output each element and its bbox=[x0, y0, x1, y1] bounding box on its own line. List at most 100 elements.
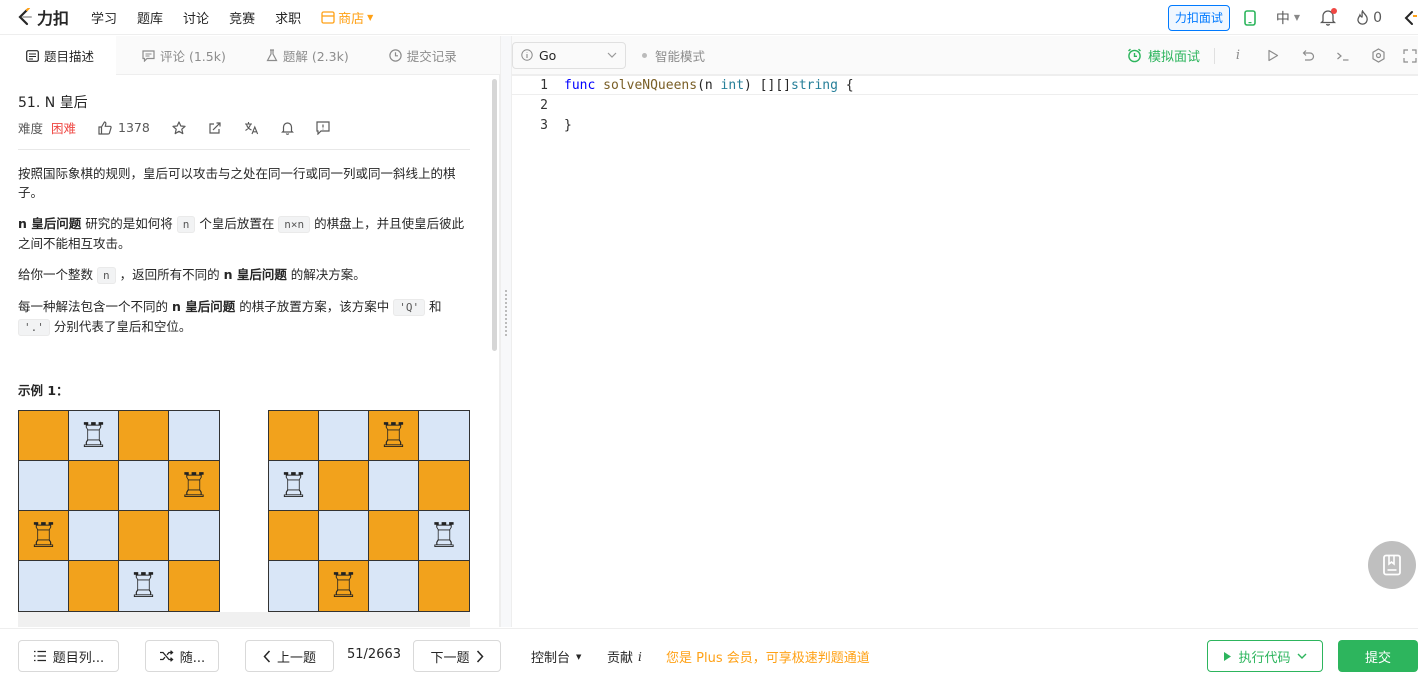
gear-icon bbox=[1371, 48, 1385, 63]
bold-term: n 皇后问题 bbox=[223, 267, 287, 282]
submit-button[interactable]: 提交 bbox=[1338, 640, 1418, 672]
avatar[interactable] bbox=[1402, 10, 1418, 26]
problem-list-button[interactable]: 题目列... bbox=[18, 640, 119, 672]
points-count: 0 bbox=[1373, 9, 1382, 26]
board-square bbox=[169, 561, 219, 611]
board-square bbox=[419, 561, 469, 611]
mobile-app-button[interactable] bbox=[1244, 9, 1256, 26]
panel-splitter[interactable] bbox=[500, 36, 512, 627]
tab-description-label: 题目描述 bbox=[44, 49, 95, 64]
smart-mode-label: 智能模式 bbox=[655, 48, 706, 64]
chessboard-1: ♖ ♖ ♖ ♖ bbox=[18, 410, 220, 612]
board-square bbox=[319, 511, 369, 561]
chevron-left-icon bbox=[263, 649, 271, 663]
description-paragraph-4: 每一种解法包含一个不同的 n 皇后问题 的棋子放置方案，该方案中 'Q' 和 '… bbox=[18, 297, 470, 337]
run-debug-button[interactable] bbox=[1262, 49, 1284, 62]
problem-list-label: 题目列... bbox=[52, 650, 105, 666]
language-switch[interactable]: 中 ▼ bbox=[1276, 8, 1300, 28]
flame-icon bbox=[1357, 9, 1368, 25]
flask-icon bbox=[266, 49, 278, 62]
notebook-icon bbox=[1383, 554, 1401, 576]
code-editor[interactable]: 1 func solveNQueens(n int) [][]string { … bbox=[512, 75, 1418, 627]
tab-submissions-label: 提交记录 bbox=[406, 49, 457, 64]
notifications-button[interactable] bbox=[1320, 8, 1338, 26]
queen-piece-icon: ♖ bbox=[269, 461, 319, 511]
board-square bbox=[369, 561, 419, 611]
favorite-button[interactable] bbox=[172, 120, 186, 135]
bold-term: n 皇后问题 bbox=[18, 216, 82, 231]
info-icon bbox=[521, 49, 533, 61]
mock-interview-label: 模拟面试 bbox=[1147, 50, 1200, 65]
settings-button[interactable] bbox=[1367, 48, 1389, 63]
text-span: 和 bbox=[425, 299, 442, 314]
alarm-clock-icon bbox=[1128, 48, 1141, 63]
chevron-right-icon bbox=[476, 649, 484, 663]
toolbar-separator bbox=[1214, 47, 1215, 64]
list-icon bbox=[33, 650, 46, 662]
problem-description-panel[interactable]: 51. N 皇后 难度 困难 1378 按照国际象棋的规则，皇后可以攻击与之处在… bbox=[0, 75, 500, 627]
board-square bbox=[269, 411, 319, 461]
run-label: 执行代码 bbox=[1238, 650, 1291, 666]
translate-button[interactable] bbox=[244, 121, 259, 135]
terminal-button[interactable] bbox=[1332, 50, 1354, 62]
prev-problem-button[interactable]: 上一题 bbox=[245, 640, 334, 672]
code-token: solveNQueens bbox=[603, 77, 698, 93]
line-content: func solveNQueens(n int) [][]string { bbox=[564, 78, 854, 93]
like-button[interactable]: 1378 bbox=[98, 120, 150, 135]
interview-button[interactable]: 力扣面试 bbox=[1167, 4, 1230, 31]
inline-code: '.' bbox=[18, 319, 50, 336]
points-indicator[interactable]: 0 bbox=[1356, 9, 1382, 26]
info-button[interactable]: i bbox=[1227, 48, 1249, 63]
text-span: 个皇后放置在 bbox=[195, 216, 279, 231]
tab-description[interactable]: 题目描述 bbox=[0, 36, 116, 75]
fullscreen-button[interactable] bbox=[1402, 48, 1418, 63]
code-token: (n bbox=[697, 77, 721, 93]
tab-submissions[interactable]: 提交记录 bbox=[363, 36, 471, 75]
notification-dot bbox=[1331, 8, 1338, 14]
scrollbar-thumb[interactable] bbox=[492, 79, 497, 351]
text-span: 分别代表了皇后和空位。 bbox=[49, 319, 192, 334]
tab-solutions[interactable]: 题解 (2.3k) bbox=[240, 36, 363, 75]
console-toggle[interactable]: 控制台 ▼ bbox=[531, 647, 581, 666]
run-code-button[interactable]: 执行代码 bbox=[1207, 640, 1323, 672]
reset-code-button[interactable] bbox=[1297, 49, 1319, 62]
nav-link-learn[interactable]: 学习 bbox=[91, 8, 117, 27]
share-button[interactable] bbox=[208, 121, 222, 135]
prev-label: 上一题 bbox=[276, 650, 316, 666]
feedback-button[interactable] bbox=[316, 120, 330, 135]
document-icon bbox=[26, 49, 39, 62]
problem-title: 51. N 皇后 bbox=[18, 95, 88, 111]
tab-solutions-label: 题解 (2.3k) bbox=[282, 49, 349, 64]
nav-link-contest[interactable]: 竞赛 bbox=[229, 8, 255, 27]
leetcode-logo-icon bbox=[16, 7, 34, 26]
smart-mode-toggle[interactable]: 智能模式 bbox=[642, 46, 705, 65]
description-paragraph-3: 给你一个整数 n ，返回所有不同的 n 皇后问题 的解决方案。 bbox=[18, 265, 470, 285]
nav-link-jobs[interactable]: 求职 bbox=[275, 8, 301, 27]
code-token: { bbox=[837, 77, 854, 93]
random-problem-button[interactable]: 随... bbox=[145, 640, 219, 672]
terminal-icon bbox=[1337, 52, 1349, 61]
queen-piece-icon: ♖ bbox=[19, 511, 69, 561]
drag-handle-icon[interactable] bbox=[505, 290, 508, 336]
board-square bbox=[269, 561, 319, 611]
logo-text: 力扣 bbox=[37, 9, 70, 28]
subscribe-button[interactable] bbox=[280, 121, 294, 135]
nav-link-shop[interactable]: 商店 ▼ bbox=[321, 8, 373, 27]
line-number: 1 bbox=[540, 77, 548, 93]
tab-comments[interactable]: 评论 (1.5k) bbox=[116, 36, 240, 75]
problem-progress: 51/2663 bbox=[347, 647, 402, 662]
next-problem-button[interactable]: 下一题 bbox=[413, 640, 501, 672]
board-square bbox=[69, 511, 119, 561]
board-square bbox=[69, 461, 119, 511]
inline-code: n bbox=[176, 216, 196, 233]
notes-button[interactable] bbox=[1368, 541, 1416, 589]
contribute-button[interactable]: 贡献 i bbox=[607, 647, 642, 667]
nav-link-problemset[interactable]: 题库 bbox=[137, 8, 163, 27]
language-select[interactable]: Go bbox=[512, 41, 626, 69]
inline-code: n×n bbox=[278, 216, 311, 233]
logo[interactable]: 力扣 bbox=[16, 0, 69, 35]
mock-interview-button[interactable]: 模拟面试 bbox=[1127, 46, 1200, 65]
board-square bbox=[319, 411, 369, 461]
nav-link-discuss[interactable]: 讨论 bbox=[183, 8, 209, 27]
board-square bbox=[369, 461, 419, 511]
